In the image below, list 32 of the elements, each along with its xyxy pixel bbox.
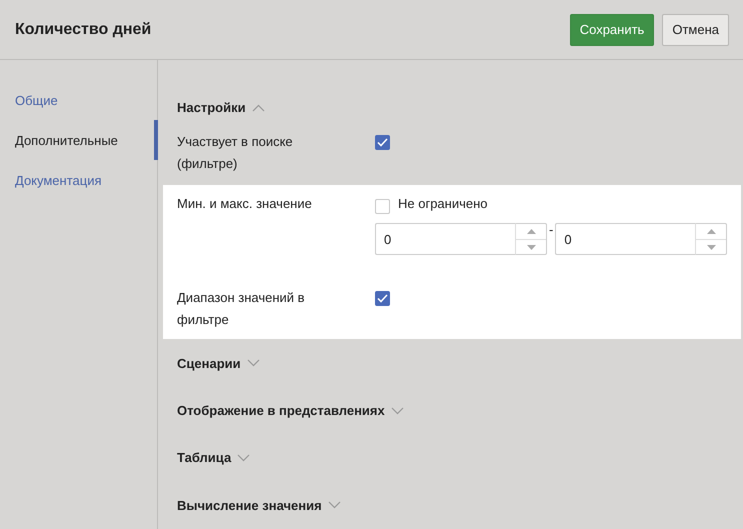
sidebar-item[interactable]: Общие [0, 80, 158, 120]
window-title: Количество дней [15, 20, 152, 38]
triangle-up-icon [526, 229, 536, 234]
range-separator: - [548, 223, 554, 238]
sidebar-item[interactable]: Документация [0, 160, 158, 200]
field-label: Мин. и макс. значение [177, 195, 313, 214]
section-header[interactable]: Таблица [163, 434, 742, 482]
checkbox-label: Не ограничено [398, 195, 488, 214]
chevron-down-icon [246, 359, 260, 368]
triangle-up-icon [706, 229, 716, 234]
save-button[interactable]: Сохранить [570, 14, 654, 46]
chevron-up-icon [252, 104, 265, 112]
cancel-button[interactable]: Отмена [662, 14, 729, 46]
triangle-down-icon [706, 244, 716, 250]
section-header[interactable]: Настройки [163, 84, 742, 132]
sidebar-item[interactable]: Дополнительные [0, 120, 158, 160]
field-label: Участвует в поиске (фильтре) [177, 133, 294, 174]
number-input[interactable]: 0 [555, 223, 696, 256]
triangle-down-icon [526, 244, 536, 250]
spinner[interactable] [696, 223, 728, 256]
chevron-down-icon [390, 406, 404, 415]
section-header[interactable]: Вычисление значения [163, 482, 742, 529]
field-label: Диапазон значений в фильтре [177, 289, 306, 330]
checkbox[interactable] [375, 291, 390, 306]
spinner[interactable] [516, 223, 547, 256]
chevron-down-icon [237, 454, 250, 462]
chevron-down-icon [328, 501, 341, 510]
section-header[interactable]: Отображение в представлениях [163, 386, 742, 434]
number-input[interactable]: 0 [375, 223, 516, 256]
section-header[interactable]: Сценарии [163, 339, 742, 387]
checkbox[interactable] [375, 135, 390, 150]
checkbox[interactable] [375, 198, 390, 214]
